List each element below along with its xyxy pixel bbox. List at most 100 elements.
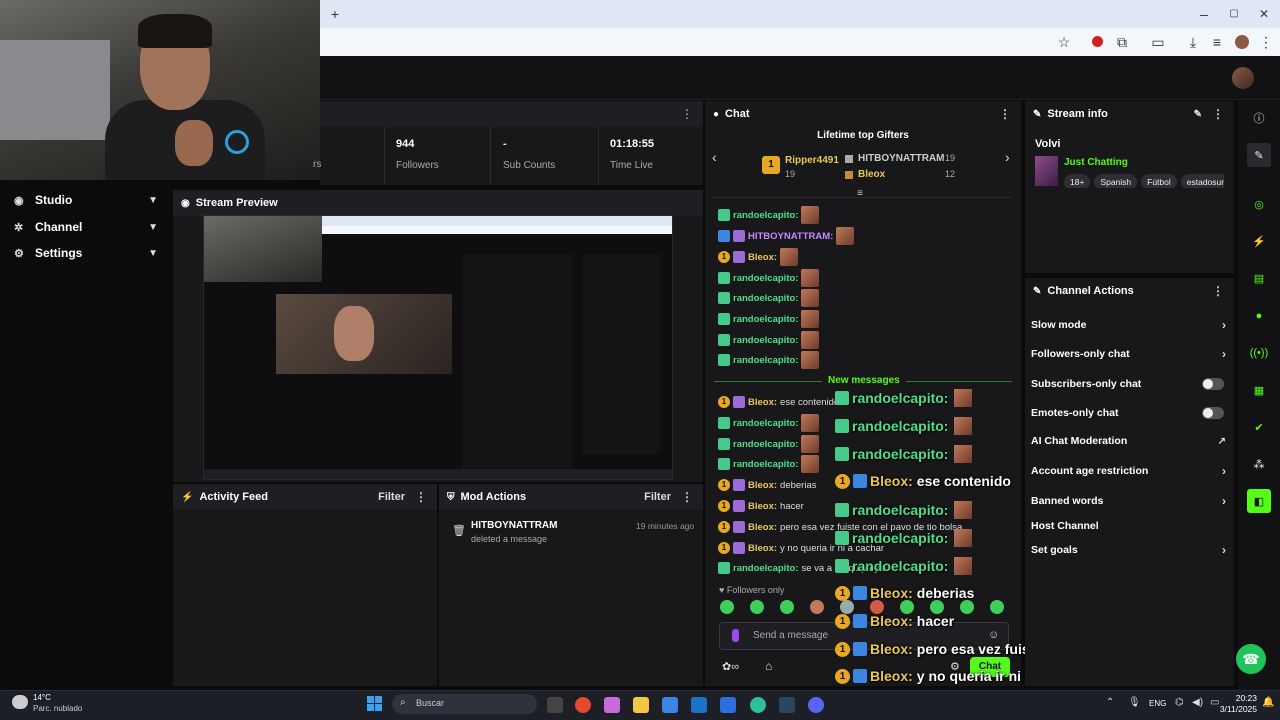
channel-action-host-channel[interactable]: Host Channel [1031,516,1226,536]
channel-action-banned-words[interactable]: Banned words › [1031,491,1226,511]
channel-action-account-age-restriction[interactable]: Account age restriction › [1031,461,1226,481]
chat-username[interactable]: randoelcapito: [733,459,798,470]
chat-username[interactable]: Bleox: [748,480,777,491]
user-avatar[interactable] [1232,67,1254,89]
weather-icon[interactable] [12,695,28,709]
channel-action-subscribers-only-chat[interactable]: Subscribers-only chat [1031,374,1226,394]
emote-shortcut[interactable] [990,600,1004,614]
notifications-icon[interactable]: 🔔 [1262,697,1274,708]
chat-settings-icon[interactable]: ✿∞ [722,660,739,673]
camera-icon[interactable]: ◎ [1247,192,1271,216]
emote-shortcut[interactable] [810,600,824,614]
cast-icon[interactable]: ▭ [1146,28,1170,56]
tag[interactable]: Fútbol [1141,174,1177,188]
download-icon[interactable]: ⤓ [1181,28,1205,56]
gifter-name[interactable]: Ripper4491 [785,155,839,166]
volume-icon[interactable]: ◀) [1192,697,1203,708]
stream-preview-video[interactable] [203,215,673,480]
gifter-name[interactable]: HITBOYNATTRAM [858,153,944,164]
toggle-switch[interactable] [1202,407,1224,419]
close-window-button[interactable]: ✕ [1252,0,1276,28]
channel-action-set-goals[interactable]: Set goals › [1031,540,1226,560]
toggle-switch[interactable] [1202,378,1224,390]
chat-username[interactable]: randoelcapito: [733,439,798,450]
chat-username[interactable]: randoelcapito: [733,314,798,325]
chat-username[interactable]: randoelcapito: [733,293,798,304]
wrench-icon[interactable]: ✔ [1247,415,1271,439]
edit-icon[interactable]: ✎ [1194,109,1202,120]
category-name[interactable]: Just Chatting [1064,157,1128,168]
nodes-icon[interactable]: ⁂ [1247,452,1271,476]
chat-username[interactable]: randoelcapito: [733,210,798,221]
nav-item-settings[interactable]: ⚙ Settings ▼ [0,240,172,266]
emote-shortcut[interactable] [780,600,794,614]
document-icon[interactable]: ▤ [1247,266,1271,290]
tag[interactable]: Spanish [1094,174,1138,188]
chat-username[interactable]: Bleox: [748,522,777,533]
chat-username[interactable]: randoelcapito: [733,273,798,284]
mod-actions-menu-icon[interactable]: ⋮ [681,490,693,504]
tray-chevron-icon[interactable]: ⌃ [1106,697,1114,708]
gifters-prev-icon[interactable]: ‹ [712,149,717,165]
channel-action-emotes-only-chat[interactable]: Emotes-only chat [1031,403,1226,423]
broadcast-icon[interactable]: ((•)) [1247,341,1271,365]
chat-username[interactable]: Bleox: [748,501,777,512]
nav-item-studio[interactable]: ◉ Studio ▼ [0,187,172,213]
taskbar-date[interactable]: 3/11/2025 [1217,704,1257,714]
microphone-icon[interactable]: 🎙 [1128,697,1141,708]
mod-action-user[interactable]: HITBOYNATTRAM [471,520,557,531]
task-view-icon[interactable] [547,697,563,713]
layout-icon[interactable]: ▦ [1247,378,1271,402]
outlook-icon[interactable] [691,697,707,713]
steam-icon[interactable] [779,697,795,713]
network-icon[interactable]: ⌬ [1175,697,1184,708]
restore-button[interactable]: ▢ [1222,0,1246,28]
channel-action-slow-mode[interactable]: Slow mode › [1031,315,1226,335]
kick-logo-icon[interactable]: ◧ [1247,489,1271,513]
stats-menu-icon[interactable]: ⋮ [681,107,693,121]
chrome-icon[interactable] [575,697,591,713]
chat-username[interactable]: randoelcapito: [733,335,798,346]
new-tab-button[interactable]: + [323,0,347,28]
chat-username[interactable]: randoelcapito: [733,418,798,429]
activity-filter-button[interactable]: Filter [378,491,405,503]
extensions-puzzle-icon[interactable]: ⧉ [1110,28,1134,56]
chat-username[interactable]: Bleox: [748,397,777,408]
info-icon[interactable]: ⓘ [1247,106,1271,130]
channel-actions-menu-icon[interactable]: ⋮ [1212,284,1224,298]
chat-username[interactable]: HITBOYNATTRAM: [748,231,833,242]
copilot-icon[interactable] [604,697,620,713]
taskbar-time[interactable]: 20:23 [1221,693,1257,703]
activity-menu-icon[interactable]: ⋮ [415,490,427,504]
stream-info-menu-icon[interactable]: ⋮ [1212,107,1224,121]
file-explorer-icon[interactable] [633,697,649,713]
store-icon[interactable]: ⌂ [765,659,772,673]
chat-menu-icon[interactable]: ⋮ [999,107,1011,121]
browser-menu-icon[interactable]: ⋮ [1254,28,1278,56]
bookmark-star-icon[interactable]: ☆ [1052,28,1076,56]
extension-opera-icon[interactable] [1092,36,1103,47]
emote-shortcut[interactable] [750,600,764,614]
reading-list-icon[interactable]: ≡ [1205,28,1229,56]
edge-icon[interactable] [750,697,766,713]
tag[interactable]: 18+ [1064,174,1091,188]
gifter-name[interactable]: Bleox [858,169,885,180]
language-indicator[interactable]: ENG [1149,699,1166,708]
dropbox-icon[interactable] [720,697,736,713]
lightning-icon[interactable]: ⚡ [1247,229,1271,253]
tag[interactable]: estadosun [1180,174,1224,188]
windows-start-icon[interactable] [367,696,382,711]
chat-bubble-icon[interactable]: ● [1247,304,1271,328]
channel-action-ai-chat-moderation[interactable]: AI Chat Moderation ↗ [1031,431,1226,451]
profile-avatar[interactable] [1235,35,1249,49]
chat-username[interactable]: randoelcapito: [733,355,798,366]
chat-username[interactable]: Bleox: [748,543,777,554]
channel-action-followers-only-chat[interactable]: Followers-only chat › [1031,344,1226,364]
microphone-icon[interactable] [732,629,739,642]
mod-actions-filter-button[interactable]: Filter [644,491,671,503]
nav-item-channel[interactable]: ✲ Channel ▼ [0,214,172,240]
chat-username[interactable]: Bleox: [748,252,777,263]
taskbar-search[interactable]: ⌕ Buscar [392,694,537,714]
emote-shortcut[interactable] [720,600,734,614]
chat-username[interactable]: randoelcapito: [733,563,798,574]
